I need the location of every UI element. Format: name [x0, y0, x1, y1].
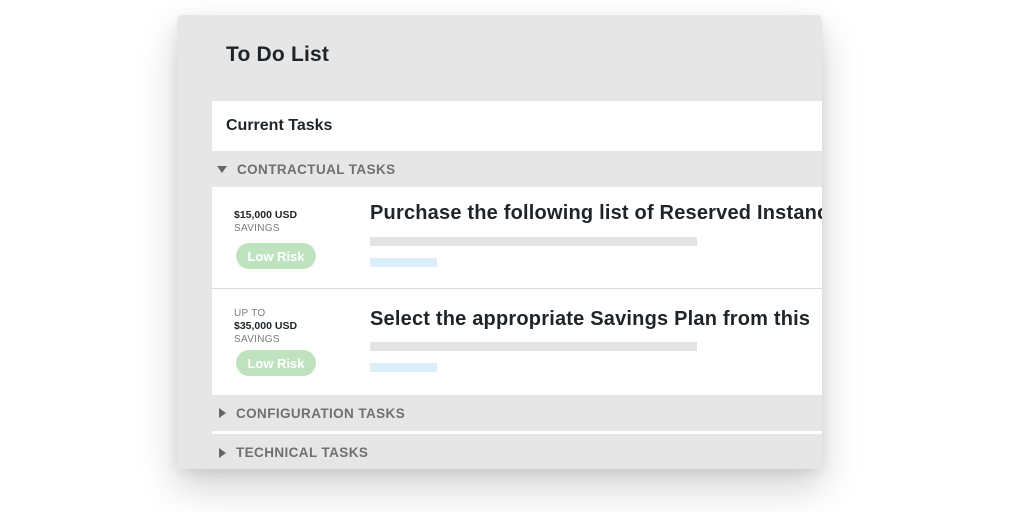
- savings-label: SAVINGS: [234, 334, 280, 345]
- risk-badge: Low Risk: [236, 243, 316, 269]
- task-title[interactable]: Purchase the following list of Reserved …: [370, 202, 822, 225]
- panel-title: To Do List: [226, 43, 330, 66]
- section-contractual-header[interactable]: CONTRACTUAL TASKS: [212, 151, 822, 187]
- risk-badge: Low Risk: [236, 350, 316, 376]
- chevron-right-icon: [219, 447, 226, 458]
- section-configuration-label: CONFIGURATION TASKS: [236, 405, 406, 421]
- placeholder-link-line: [370, 258, 437, 267]
- task-row[interactable]: UP TO $35,000 USD SAVINGS Low Risk Selec…: [212, 289, 822, 395]
- savings-amount: $35,000 USD: [234, 320, 298, 332]
- placeholder-link-line: [370, 363, 437, 372]
- section-contractual-label: CONTRACTUAL TASKS: [237, 161, 396, 177]
- chevron-right-icon: [219, 408, 226, 418]
- current-tasks-tab[interactable]: Current Tasks: [212, 101, 822, 151]
- savings-info: UP TO $35,000 USD SAVINGS: [234, 307, 297, 346]
- section-technical-label: TECHNICAL TASKS: [236, 445, 369, 460]
- current-tasks-label: Current Tasks: [226, 117, 333, 134]
- section-technical-header[interactable]: TECHNICAL TASKS: [212, 434, 822, 469]
- chevron-down-icon: [217, 165, 227, 173]
- task-title[interactable]: Select the appropriate Savings Plan from…: [370, 308, 810, 331]
- todo-list-panel: To Do List Current Tasks CONTRACTUAL TAS…: [177, 15, 822, 469]
- placeholder-line: [370, 342, 697, 351]
- savings-amount: $15,000 USD: [234, 209, 298, 221]
- task-row[interactable]: $15,000 USD SAVINGS Low Risk Purchase th…: [212, 187, 822, 288]
- savings-prefix: UP TO: [234, 308, 266, 319]
- savings-info: $15,000 USD SAVINGS: [234, 209, 297, 235]
- savings-label: SAVINGS: [234, 223, 280, 234]
- placeholder-line: [370, 237, 697, 246]
- section-configuration-header[interactable]: CONFIGURATION TASKS: [212, 395, 822, 431]
